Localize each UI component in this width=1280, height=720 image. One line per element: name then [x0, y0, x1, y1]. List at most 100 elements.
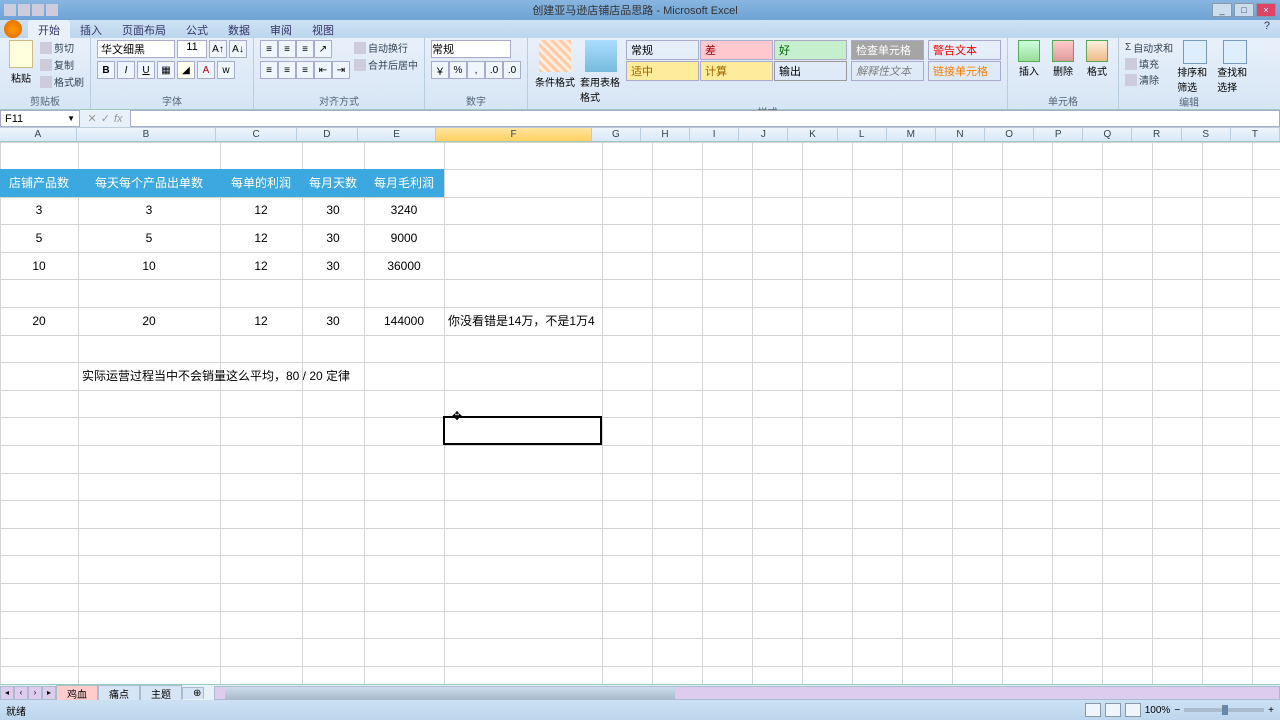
- col-header-L[interactable]: L: [838, 128, 887, 141]
- col-header-P[interactable]: P: [1034, 128, 1083, 141]
- style-good[interactable]: 好: [774, 40, 847, 60]
- col-header-I[interactable]: I: [690, 128, 739, 141]
- cut-button[interactable]: 剪切: [40, 40, 84, 55]
- align-bottom-button[interactable]: ≡: [296, 40, 314, 58]
- cell[interactable]: 9000: [364, 224, 444, 252]
- col-header-T[interactable]: T: [1231, 128, 1280, 141]
- autosum-button[interactable]: Σ自动求和: [1125, 40, 1173, 55]
- tab-layout[interactable]: 页面布局: [112, 20, 176, 38]
- tab-home[interactable]: 开始: [28, 20, 70, 38]
- enter-icon[interactable]: ✓: [101, 112, 110, 125]
- col-header-K[interactable]: K: [788, 128, 837, 141]
- insert-cells-button[interactable]: 插入: [1014, 40, 1044, 78]
- tab-formula[interactable]: 公式: [176, 20, 218, 38]
- qat-redo-icon[interactable]: [46, 4, 58, 16]
- style-check[interactable]: 检查单元格: [851, 40, 924, 60]
- cell[interactable]: 30: [302, 252, 364, 280]
- table-format-button[interactable]: 套用表格格式: [580, 40, 622, 104]
- normal-view-button[interactable]: [1085, 703, 1101, 717]
- sheet-nav-first[interactable]: ◂: [0, 686, 14, 700]
- qat-undo-icon[interactable]: [32, 4, 44, 16]
- merge-center-button[interactable]: 合并后居中: [354, 57, 418, 72]
- font-size-select[interactable]: 11: [177, 40, 207, 58]
- inc-decimal-button[interactable]: .0: [485, 61, 503, 79]
- style-output[interactable]: 输出: [774, 61, 847, 81]
- cell[interactable]: 36000: [364, 252, 444, 280]
- sheet-nav-prev[interactable]: ‹: [14, 686, 28, 700]
- cell[interactable]: 每单的利润: [220, 169, 302, 197]
- paste-button[interactable]: 粘贴: [6, 40, 36, 92]
- cell[interactable]: 12: [220, 307, 302, 335]
- sheet-tab-3[interactable]: 主题: [140, 685, 182, 701]
- cell[interactable]: 你没看错是14万，不是1万4: [444, 307, 694, 335]
- spreadsheet-grid[interactable]: 店铺产品数每天每个产品出单数每单的利润每月天数每月毛利润331230324055…: [0, 142, 1280, 698]
- italic-button[interactable]: I: [117, 61, 135, 79]
- cell[interactable]: 每月天数: [302, 169, 364, 197]
- col-header-A[interactable]: A: [0, 128, 77, 141]
- zoom-in-button[interactable]: +: [1268, 705, 1274, 716]
- cell[interactable]: 每天每个产品出单数: [78, 169, 220, 197]
- maximize-button[interactable]: □: [1234, 3, 1254, 17]
- tab-view[interactable]: 视图: [302, 20, 344, 38]
- col-header-J[interactable]: J: [739, 128, 788, 141]
- underline-button[interactable]: U: [137, 61, 155, 79]
- col-header-Q[interactable]: Q: [1083, 128, 1132, 141]
- cell[interactable]: 5: [0, 224, 78, 252]
- sheet-tab-2[interactable]: 痛点: [98, 685, 140, 701]
- sheet-tab-1[interactable]: 鸡血: [56, 685, 98, 701]
- cell[interactable]: 5: [78, 224, 220, 252]
- fill-color-button[interactable]: ◢: [177, 61, 195, 79]
- cell[interactable]: 10: [78, 252, 220, 280]
- cell[interactable]: 144000: [364, 307, 444, 335]
- cancel-icon[interactable]: ✕: [88, 112, 97, 125]
- align-center-button[interactable]: ≡: [278, 61, 296, 79]
- cell[interactable]: 20: [0, 307, 78, 335]
- currency-button[interactable]: ￥: [431, 61, 449, 79]
- page-break-view-button[interactable]: [1125, 703, 1141, 717]
- style-warn[interactable]: 警告文本: [928, 40, 1001, 60]
- close-button[interactable]: ×: [1256, 3, 1276, 17]
- style-explain[interactable]: 解释性文本: [851, 61, 924, 81]
- office-button[interactable]: [4, 20, 22, 38]
- cell[interactable]: 店铺产品数: [0, 169, 78, 197]
- col-header-M[interactable]: M: [887, 128, 936, 141]
- dec-decimal-button[interactable]: .0: [503, 61, 521, 79]
- align-middle-button[interactable]: ≡: [278, 40, 296, 58]
- cell[interactable]: 30: [302, 224, 364, 252]
- col-header-C[interactable]: C: [216, 128, 297, 141]
- col-header-N[interactable]: N: [936, 128, 985, 141]
- col-header-F[interactable]: F: [436, 128, 591, 141]
- format-cells-button[interactable]: 格式: [1082, 40, 1112, 78]
- col-header-O[interactable]: O: [985, 128, 1034, 141]
- col-header-G[interactable]: G: [592, 128, 641, 141]
- cond-format-button[interactable]: 条件格式: [534, 40, 576, 89]
- fill-button[interactable]: 填充: [1125, 56, 1173, 71]
- formula-input[interactable]: [130, 110, 1280, 127]
- col-header-H[interactable]: H: [641, 128, 690, 141]
- bold-button[interactable]: B: [97, 61, 115, 79]
- number-format-select[interactable]: 常规: [431, 40, 511, 58]
- style-link[interactable]: 链接单元格: [928, 61, 1001, 81]
- horizontal-scrollbar[interactable]: [214, 686, 1280, 700]
- tab-insert[interactable]: 插入: [70, 20, 112, 38]
- orientation-button[interactable]: ↗: [314, 40, 332, 58]
- border-button[interactable]: ▦: [157, 61, 175, 79]
- col-header-E[interactable]: E: [358, 128, 437, 141]
- cell[interactable]: 30: [302, 307, 364, 335]
- cell[interactable]: 12: [220, 197, 302, 225]
- comma-button[interactable]: ,: [467, 61, 485, 79]
- clear-button[interactable]: 清除: [1125, 72, 1173, 87]
- cell[interactable]: 每月毛利润: [364, 169, 444, 197]
- zoom-thumb[interactable]: [1222, 705, 1228, 715]
- new-sheet-button[interactable]: ⊕: [182, 687, 204, 699]
- shrink-font-button[interactable]: A↓: [229, 40, 247, 58]
- column-headers[interactable]: ABCDEFGHIJKLMNOPQRST: [0, 128, 1280, 142]
- delete-cells-button[interactable]: 删除: [1048, 40, 1078, 78]
- sheet-nav-last[interactable]: ▸: [42, 686, 56, 700]
- col-header-S[interactable]: S: [1182, 128, 1231, 141]
- indent-dec-button[interactable]: ⇤: [314, 61, 332, 79]
- col-header-D[interactable]: D: [297, 128, 358, 141]
- minimize-button[interactable]: _: [1212, 3, 1232, 17]
- cell[interactable]: 3: [78, 197, 220, 225]
- cell[interactable]: 12: [220, 252, 302, 280]
